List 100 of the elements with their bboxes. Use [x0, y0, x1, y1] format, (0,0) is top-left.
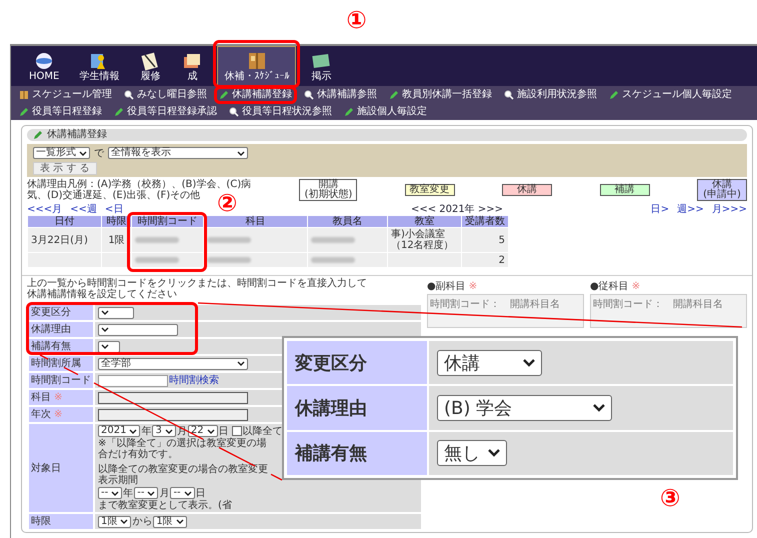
- book-icon: [19, 90, 29, 100]
- column-header: 科目: [204, 216, 308, 228]
- day-select[interactable]: --: [170, 487, 195, 499]
- search-icon: [504, 90, 514, 100]
- code-field[interactable]: [98, 374, 168, 386]
- dropdown[interactable]: (B) 学会: [437, 394, 612, 421]
- format-select[interactable]: 一覧形式: [33, 147, 90, 159]
- connector-text: から: [132, 516, 152, 527]
- chevron-icon: [101, 310, 109, 315]
- submenu-link[interactable]: スケジュール個人毎設定: [609, 89, 732, 101]
- legend-chip: 開講 (初期状態): [299, 179, 358, 201]
- legend-chip: 休講 (申請中): [697, 179, 747, 201]
- side-title: ●従科目: [590, 281, 629, 292]
- calendar-link[interactable]: <日: [104, 204, 124, 215]
- scope-select[interactable]: 全情報を表示: [108, 147, 248, 159]
- chevron-icon: [237, 361, 245, 366]
- unit-text: 年: [141, 426, 152, 436]
- show-button[interactable]: 表 示 す る: [33, 162, 97, 175]
- field-label: 対象日: [31, 462, 61, 474]
- table-cell-text: 事)小会議室（12名程度）: [391, 229, 454, 251]
- listbox-placeholder: 時間割コード： 開講科目名: [593, 299, 723, 310]
- required-mark: ※: [632, 281, 640, 292]
- column-header: 時間割コード: [132, 216, 204, 228]
- legend-chip: 補講: [600, 184, 650, 196]
- submenu-link[interactable]: 施設利用状況参照: [504, 89, 597, 101]
- pencil-icon: [389, 90, 399, 100]
- nav-item[interactable]: 休補・ｽｹｼﾞｭｰﾙ: [217, 46, 296, 86]
- field-label: 休講理由: [295, 396, 367, 420]
- chevron-icon: [206, 428, 215, 434]
- listbox[interactable]: 時間割コード： 開講科目名: [427, 294, 584, 328]
- nav-item[interactable]: 掲示: [304, 46, 338, 86]
- nav-item[interactable]: HOME: [23, 46, 66, 86]
- day-select[interactable]: 22: [188, 425, 218, 437]
- blurred-text-mark: [135, 256, 179, 262]
- nav-item[interactable]: 履修: [133, 46, 168, 86]
- submenu-link[interactable]: 休講補講登録: [219, 89, 292, 101]
- pencil-icon: [19, 107, 29, 117]
- field-label: 時間割所属: [31, 358, 81, 369]
- submenu-link[interactable]: スケジュール管理: [19, 89, 112, 101]
- blurred-text-mark: [207, 236, 251, 242]
- note-text: ※「以降全て」の選択は教室変更の場合だけ有効です。: [98, 438, 268, 460]
- search-icon: [124, 90, 134, 100]
- checkbox[interactable]: [232, 426, 242, 436]
- field-label: 変更区分: [31, 307, 71, 318]
- nav-item[interactable]: 学生情報: [73, 46, 126, 86]
- field-label: 補講有無: [31, 341, 71, 352]
- submenu-link[interactable]: 教員別休講一括登録: [389, 89, 492, 101]
- column-header: 教員名: [308, 216, 388, 228]
- unit-text: 日: [196, 488, 206, 498]
- field-label: 変更区分: [295, 352, 367, 375]
- table-cell-text: 5: [498, 234, 505, 246]
- submenu-link[interactable]: 役員等日程登録: [19, 106, 102, 118]
- pencil-icon: [344, 107, 354, 117]
- period-select[interactable]: 1限: [98, 516, 132, 528]
- chevron-icon: [164, 428, 173, 434]
- dropdown[interactable]: 休講: [437, 350, 542, 376]
- calendar-link[interactable]: <<週: [70, 204, 97, 215]
- submenu-link[interactable]: 施設個人毎設定: [344, 106, 427, 118]
- step-marker: ③: [660, 486, 680, 510]
- submenu-link[interactable]: みなし曜日参照: [124, 89, 207, 101]
- year-select[interactable]: --: [98, 487, 122, 499]
- period-label: 以降全ての教室変更の場合の教室変更表示期間: [98, 464, 268, 486]
- calendar-link[interactable]: 日>: [650, 204, 670, 215]
- month-select[interactable]: 3: [152, 425, 176, 437]
- chevron-icon: [129, 428, 138, 434]
- column-header: 日付: [28, 216, 102, 228]
- submenu-link[interactable]: 役員等日程状況参照: [229, 106, 332, 118]
- listbox[interactable]: 時間割コード： 開講科目名: [590, 294, 747, 328]
- calendar-link[interactable]: 月>>>: [712, 204, 747, 215]
- period-title: <<< 2021年 >>>: [410, 204, 504, 215]
- period-select[interactable]: 1限: [153, 516, 187, 528]
- chevron-icon: [488, 449, 500, 458]
- required-mark: ※: [54, 409, 62, 420]
- table-cell-text: 1限: [108, 234, 125, 246]
- dropdown[interactable]: [98, 340, 120, 352]
- pencil-icon: [33, 130, 43, 140]
- chevron-icon: [147, 490, 156, 496]
- pencil-icon: [609, 90, 619, 100]
- month-select[interactable]: --: [134, 487, 158, 499]
- nav-item[interactable]: 成: [175, 46, 210, 86]
- blurred-text-mark: [207, 256, 251, 262]
- field-label: 補講有無: [295, 442, 367, 466]
- required-mark: ※: [468, 281, 478, 292]
- search-link[interactable]: 時間割検索: [169, 375, 219, 386]
- unit-text: 年: [123, 488, 134, 498]
- search-icon: [229, 107, 239, 117]
- submenu-link[interactable]: 休講補講参照: [304, 89, 377, 101]
- search-icon: [304, 90, 314, 100]
- calendar-link[interactable]: 週>>: [677, 204, 704, 215]
- legend-chip: 休講: [502, 184, 552, 196]
- calendar-link[interactable]: <<<月: [27, 204, 62, 215]
- chevron-icon: [237, 150, 245, 156]
- year-select[interactable]: 2021: [98, 425, 140, 437]
- panel-title: 休講補講登録: [47, 129, 107, 141]
- legend-chip: 教室変更: [404, 184, 455, 196]
- pencil-icon: [219, 90, 229, 100]
- field-label: 時間割コード: [31, 375, 91, 386]
- dropdown[interactable]: 無し: [437, 440, 507, 466]
- submenu-link[interactable]: 役員等日程登録承認: [114, 106, 217, 118]
- dropdown[interactable]: 全学部: [98, 358, 248, 370]
